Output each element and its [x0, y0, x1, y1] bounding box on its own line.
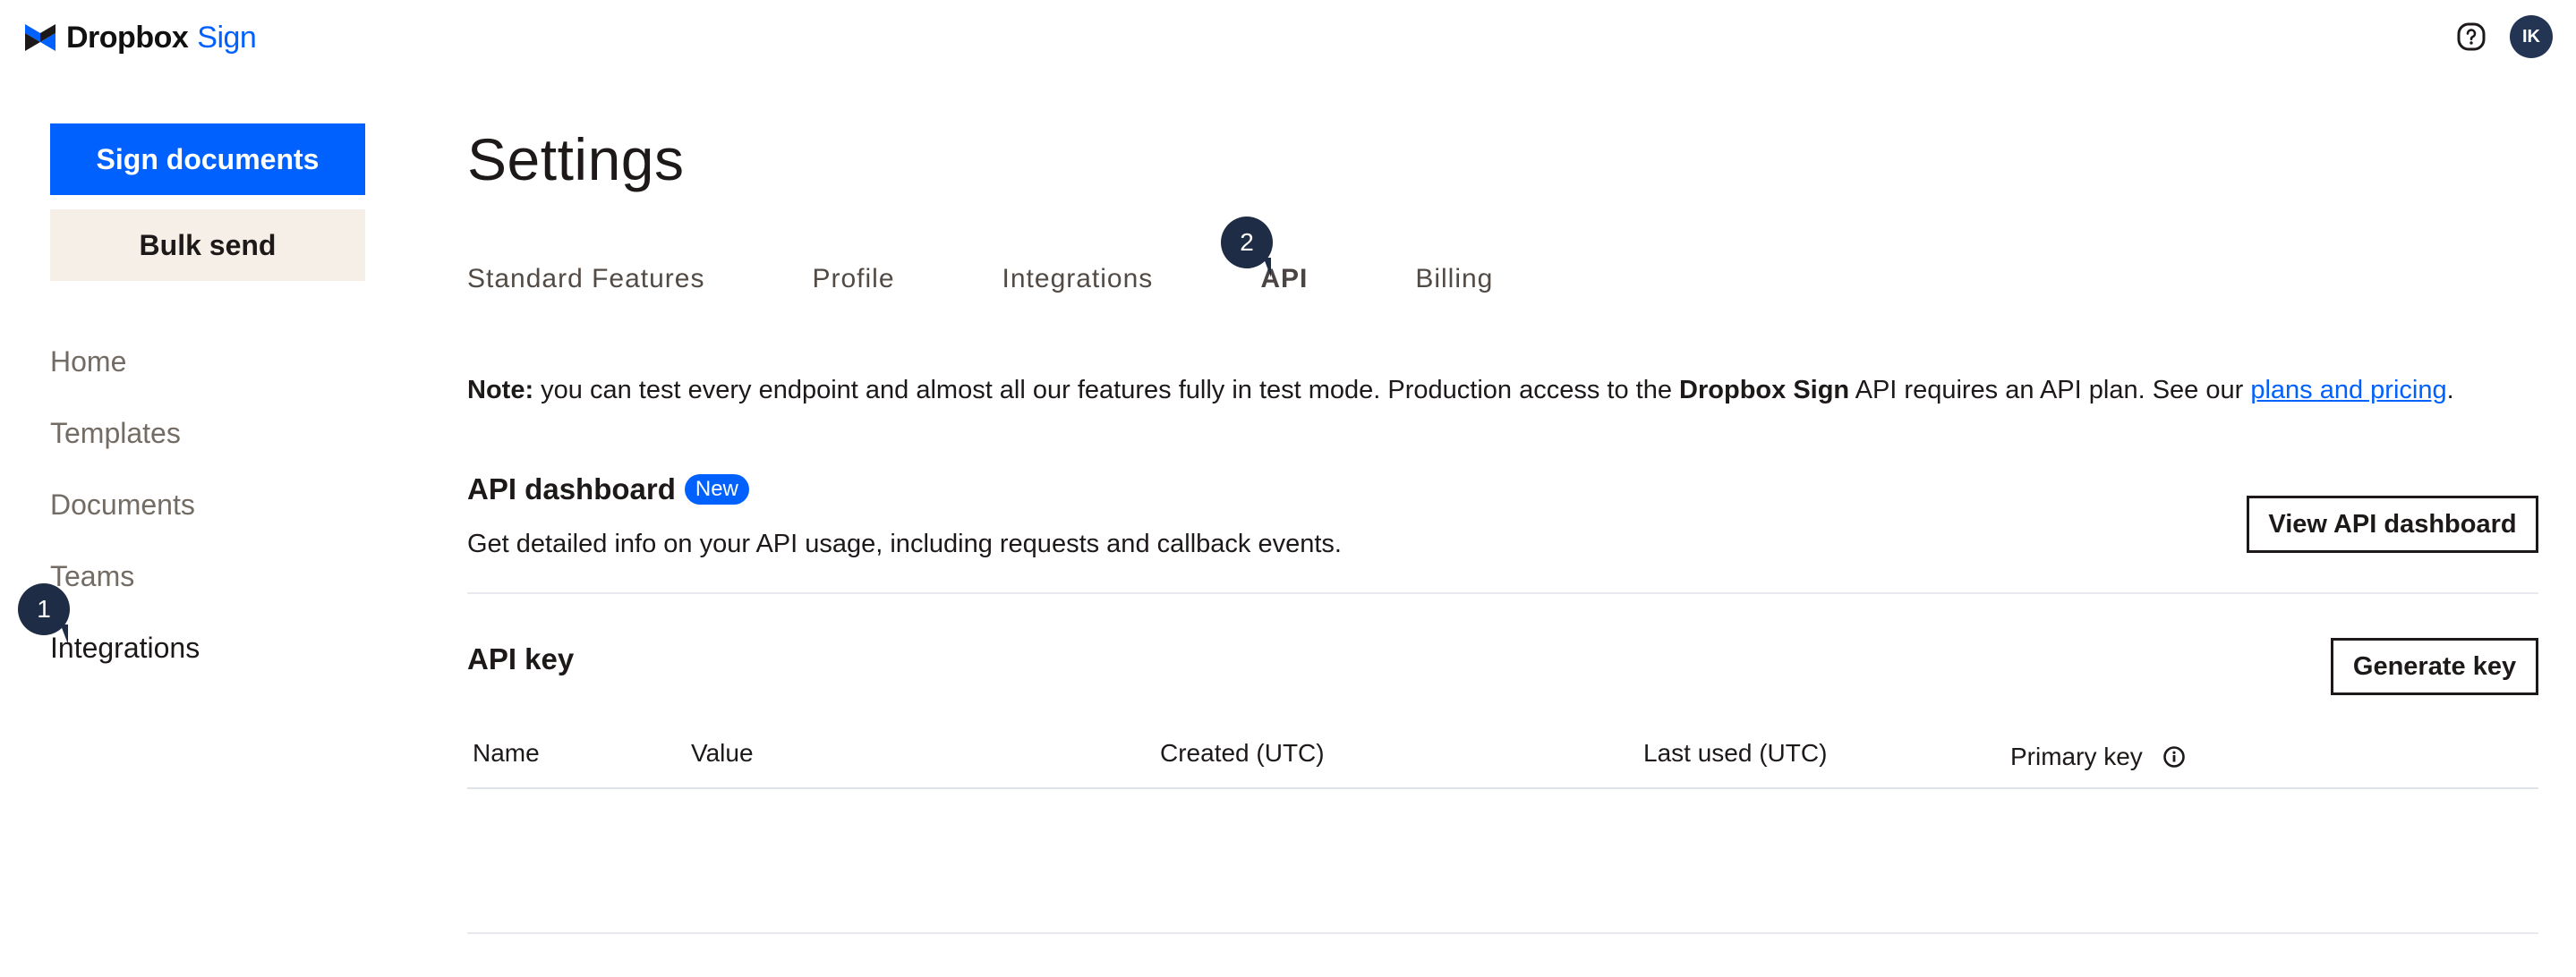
info-icon[interactable]	[2162, 745, 2186, 769]
note-text-2: API requires an API plan. See our	[1849, 376, 2251, 404]
column-header-created: Created (UTC)	[1160, 739, 1325, 767]
note-text-3: .	[2446, 376, 2454, 404]
note-text-1: you can test every endpoint and almost a…	[533, 376, 1680, 404]
tab-standard-features[interactable]: Standard Features	[467, 261, 704, 297]
section-divider	[467, 592, 2538, 594]
sign-documents-button[interactable]: Sign documents	[50, 123, 365, 195]
api-key-title: API key	[467, 642, 575, 675]
note-brand: Dropbox Sign	[1679, 376, 1850, 404]
sidebar-item-teams[interactable]: Teams	[50, 553, 200, 624]
step-annotation-1: 1	[18, 583, 70, 635]
sidebar-item-integrations[interactable]: Integrations	[50, 624, 200, 696]
user-avatar[interactable]: IK	[2510, 15, 2553, 58]
tab-integrations[interactable]: Integrations	[1002, 261, 1154, 297]
column-header-name: Name	[473, 739, 540, 767]
sidebar-item-home[interactable]: Home	[50, 338, 200, 410]
tab-billing[interactable]: Billing	[1415, 261, 1493, 297]
api-dashboard-title: API dashboard	[467, 472, 676, 505]
api-key-heading: API key	[467, 642, 574, 676]
column-header-value: Value	[691, 739, 754, 767]
column-header-primary-key: Primary key	[2010, 743, 2186, 771]
table-bottom-divider	[467, 932, 2538, 934]
step-annotation-2: 2	[1221, 217, 1273, 268]
sidebar-item-templates[interactable]: Templates	[50, 410, 200, 481]
primary-key-label: Primary key	[2010, 743, 2143, 770]
page-title: Settings	[467, 126, 685, 192]
logo-brand-text: Dropbox	[66, 20, 189, 55]
sidebar-item-documents[interactable]: Documents	[50, 481, 200, 553]
view-api-dashboard-button[interactable]: View API dashboard	[2247, 496, 2538, 553]
sidebar-nav: Home Templates Documents Teams Integrati…	[50, 338, 200, 696]
dropbox-logo-icon	[25, 24, 55, 51]
tab-profile[interactable]: Profile	[812, 261, 894, 297]
api-key-table-body	[467, 789, 2538, 932]
column-header-last-used: Last used (UTC)	[1643, 739, 1828, 767]
logo-product-text: Sign	[197, 20, 257, 55]
api-note: Note: you can test every endpoint and al…	[467, 376, 2454, 405]
help-circle-icon	[2457, 22, 2486, 51]
api-dashboard-description: Get detailed info on your API usage, inc…	[467, 530, 1342, 558]
generate-key-button[interactable]: Generate key	[2331, 638, 2538, 695]
api-dashboard-heading: API dashboard New	[467, 472, 749, 506]
new-badge: New	[684, 474, 749, 505]
settings-tabs: Standard Features Profile Integrations A…	[467, 261, 1600, 297]
plans-and-pricing-link[interactable]: plans and pricing	[2250, 376, 2446, 404]
dropbox-sign-logo[interactable]: Dropbox Sign	[25, 18, 257, 57]
api-key-table-header: Name Value Created (UTC) Last used (UTC)…	[467, 739, 2538, 789]
help-button[interactable]	[2454, 20, 2488, 54]
note-label: Note:	[467, 376, 534, 404]
bulk-send-button[interactable]: Bulk send	[50, 209, 365, 281]
